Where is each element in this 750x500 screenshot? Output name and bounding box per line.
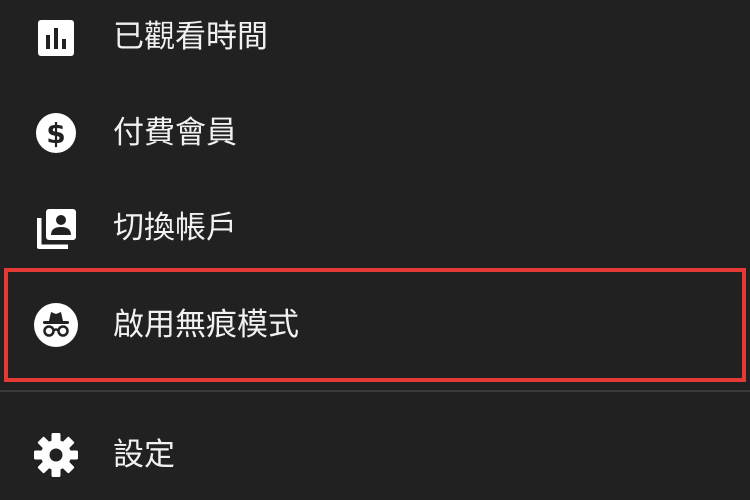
switch-account-icon (32, 205, 80, 253)
highlight-box (4, 268, 746, 382)
menu-divider (0, 390, 750, 392)
menu-item-settings[interactable]: 設定 (0, 404, 750, 500)
menu-item-label: 付費會員 (113, 115, 237, 151)
bar-chart-icon (32, 13, 80, 61)
dollar-circle-icon: $ (32, 109, 80, 157)
account-menu: 已觀看時間 $ 付費會員 切換帳戶 啟用無痕模式 設定 (0, 0, 750, 480)
svg-text:$: $ (46, 117, 65, 150)
menu-item-label: 設定 (113, 437, 175, 473)
menu-item-label: 切換帳戶 (113, 210, 237, 246)
menu-item-switch-account[interactable]: 切換帳戶 (0, 180, 750, 276)
menu-item-time-watched[interactable]: 已觀看時間 (0, 0, 750, 86)
menu-item-paid-memberships[interactable]: $ 付費會員 (0, 84, 750, 180)
gear-icon (32, 431, 80, 479)
menu-item-label: 已觀看時間 (113, 19, 268, 55)
